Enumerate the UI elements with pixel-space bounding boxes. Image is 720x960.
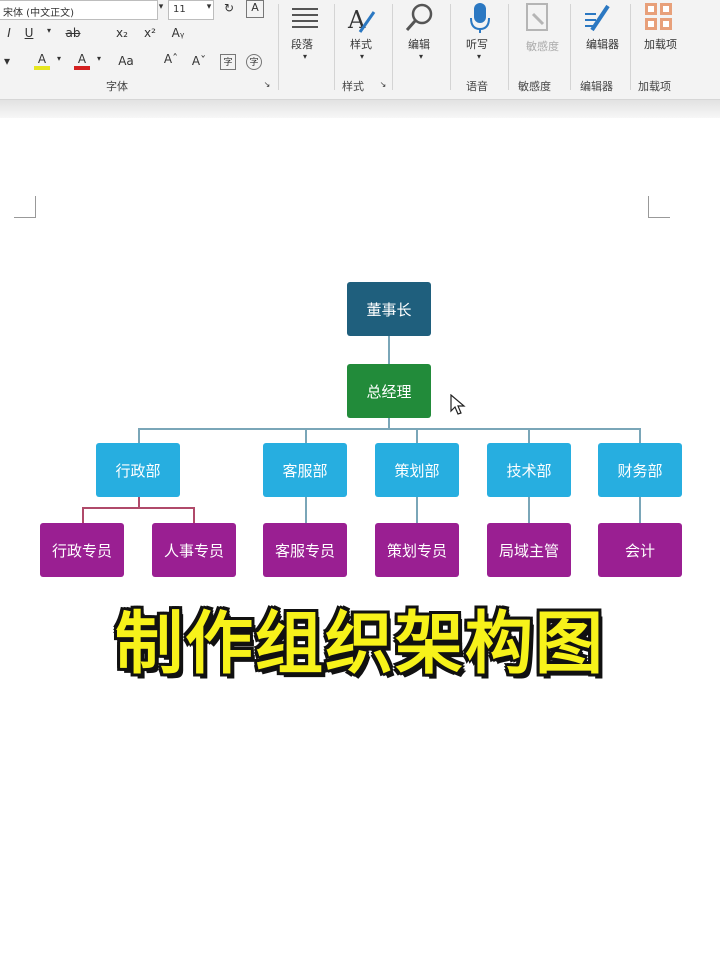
connector-line xyxy=(639,497,641,523)
ribbon-separator xyxy=(630,4,631,90)
edit-dropdown-icon[interactable]: ▾ xyxy=(416,52,426,61)
node-staff[interactable]: 局域主管 xyxy=(487,523,571,577)
dictate-button-label[interactable]: 听写 xyxy=(466,36,488,52)
voice-group-label: 语音 xyxy=(466,80,488,93)
connector-line xyxy=(138,428,140,444)
node-staff[interactable]: 行政专员 xyxy=(40,523,124,577)
node-chairman[interactable]: 董事长 xyxy=(347,282,431,336)
font-dialog-launcher-icon[interactable]: ↘ xyxy=(262,80,272,89)
ribbon-separator xyxy=(508,4,509,90)
style-dialog-launcher-icon[interactable]: ↘ xyxy=(378,80,388,89)
highlight-button[interactable]: A xyxy=(34,52,50,70)
font-group-label: 字体 xyxy=(106,80,128,93)
superscript-button[interactable]: x² xyxy=(138,26,162,40)
connector-line xyxy=(416,428,418,444)
sensitivity-group-label: 敏感度 xyxy=(518,80,551,93)
connector-line xyxy=(305,497,307,523)
addins-group-label: 加载项 xyxy=(638,80,671,93)
connector-line xyxy=(416,497,418,523)
node-staff[interactable]: 客服专员 xyxy=(263,523,347,577)
grow-font-button[interactable]: Aˆ xyxy=(162,52,180,66)
enclose-char-icon[interactable]: 字 xyxy=(220,54,236,70)
node-department[interactable]: 技术部 xyxy=(487,443,571,497)
microphone-icon[interactable] xyxy=(468,2,492,38)
font-name-field[interactable]: 宋体 (中文正文) xyxy=(0,0,158,20)
connector-line xyxy=(82,507,195,509)
sensitivity-icon[interactable] xyxy=(524,2,552,38)
node-department[interactable]: 财务部 xyxy=(598,443,682,497)
font-color-button[interactable]: A xyxy=(74,52,90,70)
editor-group-label: 编辑器 xyxy=(580,80,613,93)
connector-line xyxy=(193,507,195,523)
node-department[interactable]: 客服部 xyxy=(263,443,347,497)
node-staff[interactable]: 策划专员 xyxy=(375,523,459,577)
font-color-dropdown-icon[interactable]: ▾ xyxy=(94,54,104,63)
ribbon: 宋体 (中文正文) ▾ 11 ▾ ↻ A I U ▾ ab x₂ x² Aᵧ ▾… xyxy=(0,0,720,100)
node-general-manager[interactable]: 总经理 xyxy=(347,364,431,418)
subscript-button[interactable]: x₂ xyxy=(110,26,134,40)
connector-line xyxy=(138,497,140,507)
connector-line xyxy=(138,428,640,430)
banner-title: 制作组织架构图 xyxy=(114,605,605,684)
underline-dropdown-icon[interactable]: ▾ xyxy=(44,26,54,35)
connector-line xyxy=(528,497,530,523)
style-dropdown-icon[interactable]: ▾ xyxy=(357,52,367,61)
font-name-dropdown-icon[interactable]: ▾ xyxy=(156,2,166,12)
ribbon-separator xyxy=(278,4,279,90)
connector-line xyxy=(388,336,390,364)
ribbon-separator xyxy=(570,4,571,90)
addins-button-label[interactable]: 加载项 xyxy=(644,36,677,52)
font-size-dropdown-icon[interactable]: ▾ xyxy=(204,2,214,12)
paragraph-icon[interactable] xyxy=(290,6,320,32)
document-page[interactable]: 董事长 总经理 行政部 客服部 策划部 技术部 财务部 行政专员 人事专员 客服… xyxy=(0,118,720,960)
node-department[interactable]: 策划部 xyxy=(375,443,459,497)
search-icon[interactable] xyxy=(404,2,438,36)
editor-button-label[interactable]: 编辑器 xyxy=(586,36,619,52)
paragraph-button-label[interactable]: 段落 xyxy=(291,36,313,52)
style-group-label: 样式 xyxy=(342,80,364,93)
ribbon-separator xyxy=(334,4,335,90)
ribbon-shadow xyxy=(0,100,720,118)
style-icon[interactable]: A xyxy=(346,4,378,38)
addins-icon[interactable] xyxy=(644,2,674,36)
cursor-icon xyxy=(450,393,466,420)
node-staff[interactable]: 会计 xyxy=(598,523,682,577)
node-staff[interactable]: 人事专员 xyxy=(152,523,236,577)
shrink-font-button[interactable]: Aˇ xyxy=(190,54,208,68)
underline-button[interactable]: U xyxy=(20,26,38,40)
text-effects-button[interactable]: Aᵧ xyxy=(166,26,190,40)
phonetic-icon[interactable]: 字 xyxy=(246,54,262,70)
connector-line xyxy=(528,428,530,444)
font-case-button[interactable]: Aa xyxy=(114,54,138,68)
editor-icon[interactable] xyxy=(582,2,612,38)
crop-mark-left xyxy=(14,196,36,218)
ribbon-separator xyxy=(392,4,393,90)
sensitivity-button-label[interactable]: 敏感度 xyxy=(526,38,559,54)
strikethrough-button[interactable]: ab xyxy=(60,26,86,40)
highlight-dropdown-icon[interactable]: ▾ xyxy=(54,54,64,63)
italic-button[interactable]: I xyxy=(2,26,16,40)
node-department[interactable]: 行政部 xyxy=(96,443,180,497)
format-dropdown-icon[interactable]: ▾ xyxy=(0,54,14,68)
connector-line xyxy=(639,428,641,444)
dictate-dropdown-icon[interactable]: ▾ xyxy=(474,52,484,61)
edit-button-label[interactable]: 编辑 xyxy=(408,36,430,52)
style-button-label[interactable]: 样式 xyxy=(350,36,372,52)
change-case-icon[interactable]: ↻ xyxy=(220,1,238,15)
char-border-icon[interactable]: A xyxy=(246,0,264,18)
connector-line xyxy=(305,428,307,444)
ribbon-separator xyxy=(450,4,451,90)
connector-line xyxy=(82,507,84,523)
crop-mark-right xyxy=(648,196,670,218)
paragraph-dropdown-icon[interactable]: ▾ xyxy=(300,52,310,61)
